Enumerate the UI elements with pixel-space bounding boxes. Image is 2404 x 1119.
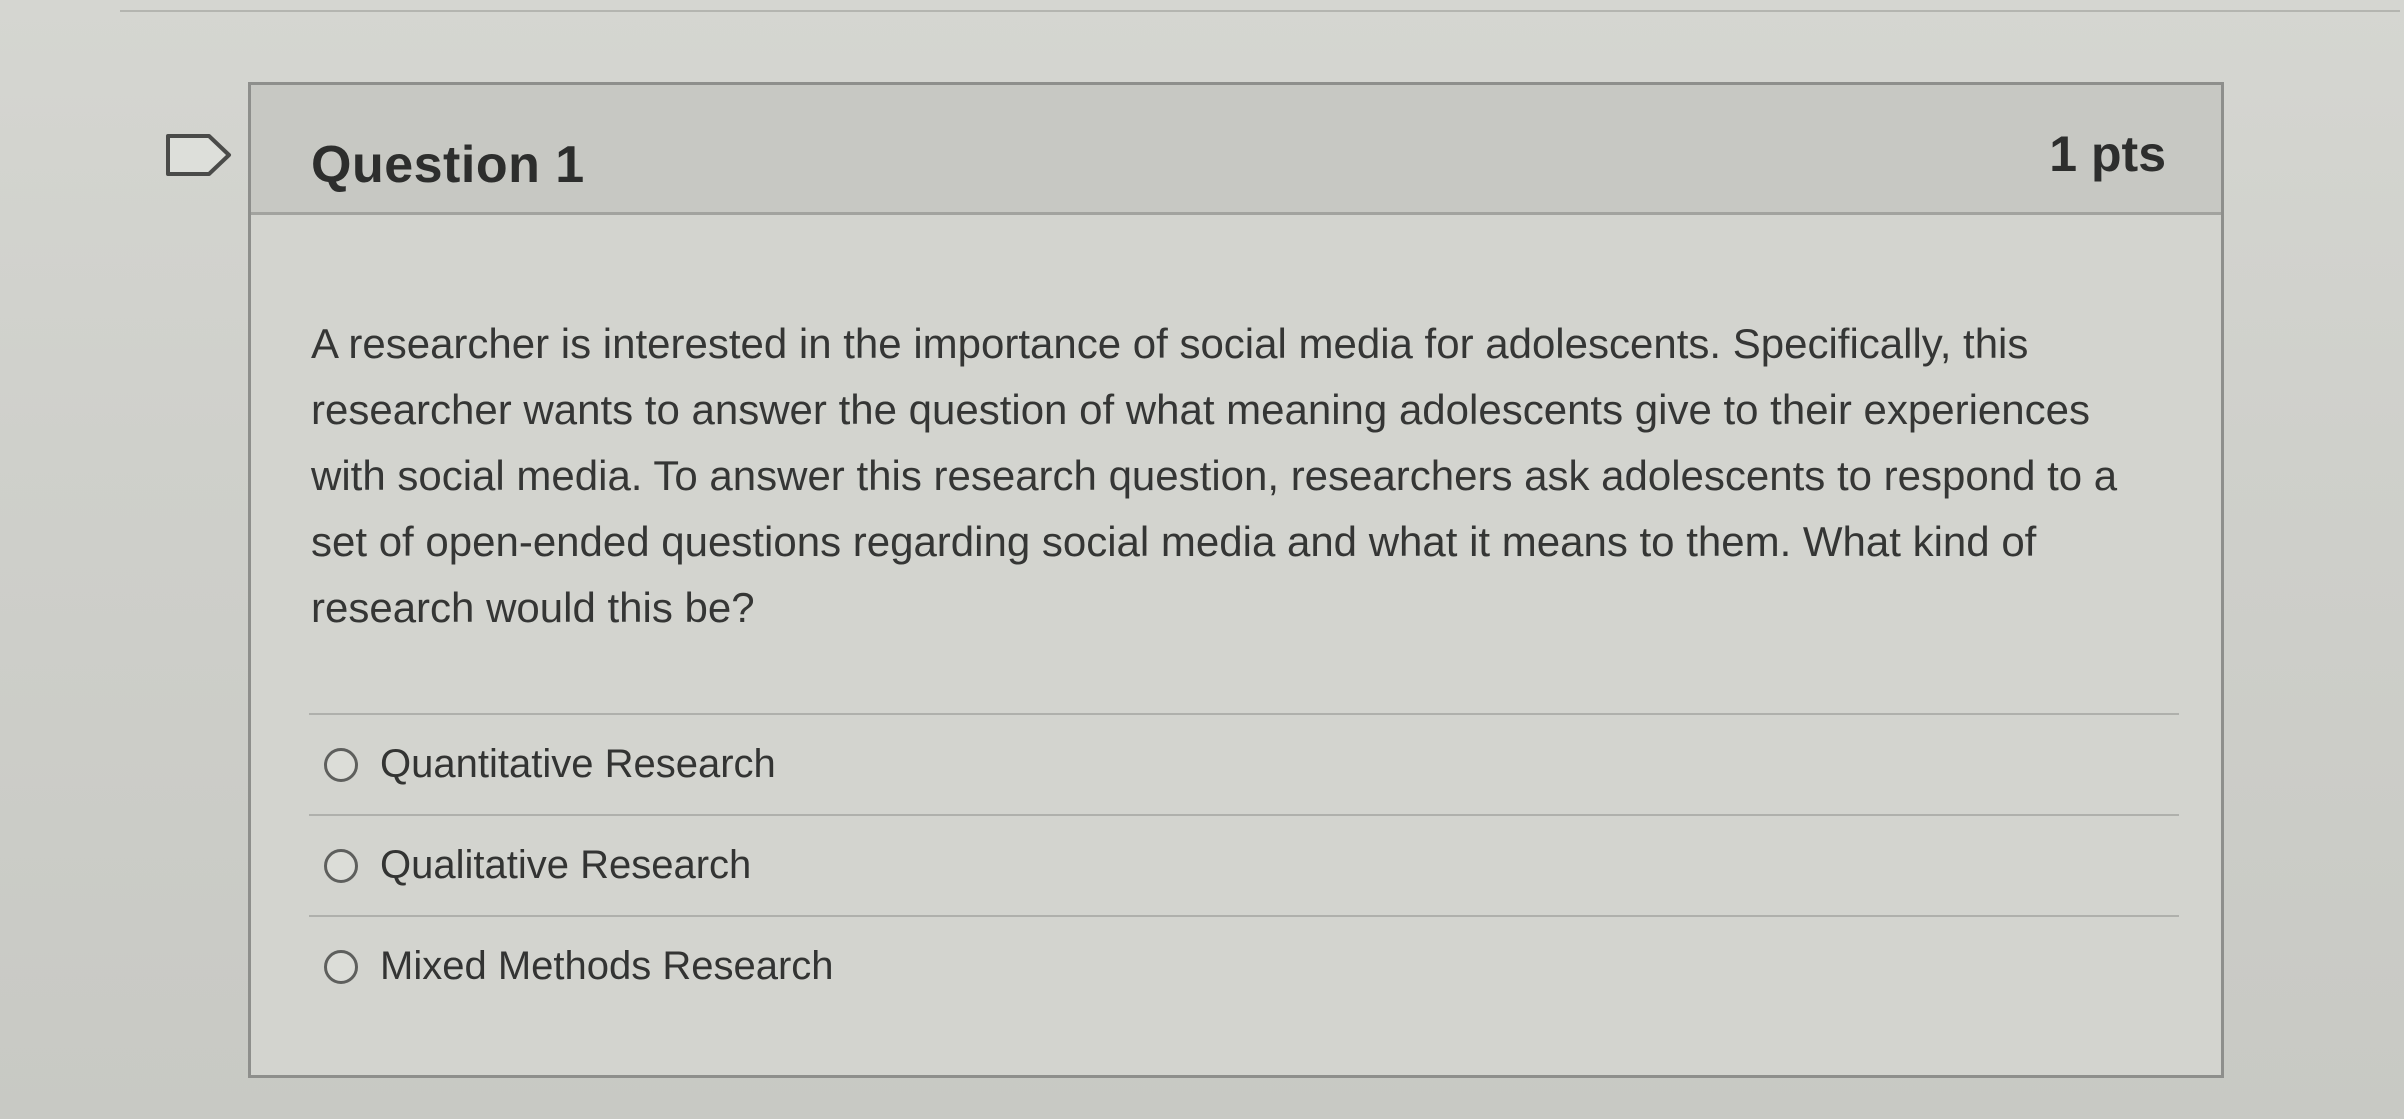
question-points: 1 pts [2049,126,2166,182]
top-divider [120,10,2400,12]
radio-unchecked-icon[interactable] [324,949,358,984]
answer-option-quantitative[interactable]: Quantitative Research [309,715,2179,814]
answer-label[interactable]: Quantitative Research [380,742,776,787]
answer-list: Quantitative Research Qualitative Resear… [309,713,2179,1016]
flag-question-icon[interactable] [165,133,233,177]
question-text: A researcher is interested in the import… [311,320,2118,631]
answer-label[interactable]: Qualitative Research [380,843,751,888]
radio-unchecked-icon[interactable] [324,848,358,883]
question-header: Question 1 1 pts [251,85,2221,215]
answer-label[interactable]: Mixed Methods Research [380,944,834,989]
radio-unchecked-icon[interactable] [324,747,358,782]
question-card: Question 1 1 pts A researcher is interes… [248,82,2224,1078]
question-title: Question 1 [311,136,585,194]
answer-option-qualitative[interactable]: Qualitative Research [309,816,2179,915]
answer-option-mixed-methods[interactable]: Mixed Methods Research [309,917,2179,1016]
